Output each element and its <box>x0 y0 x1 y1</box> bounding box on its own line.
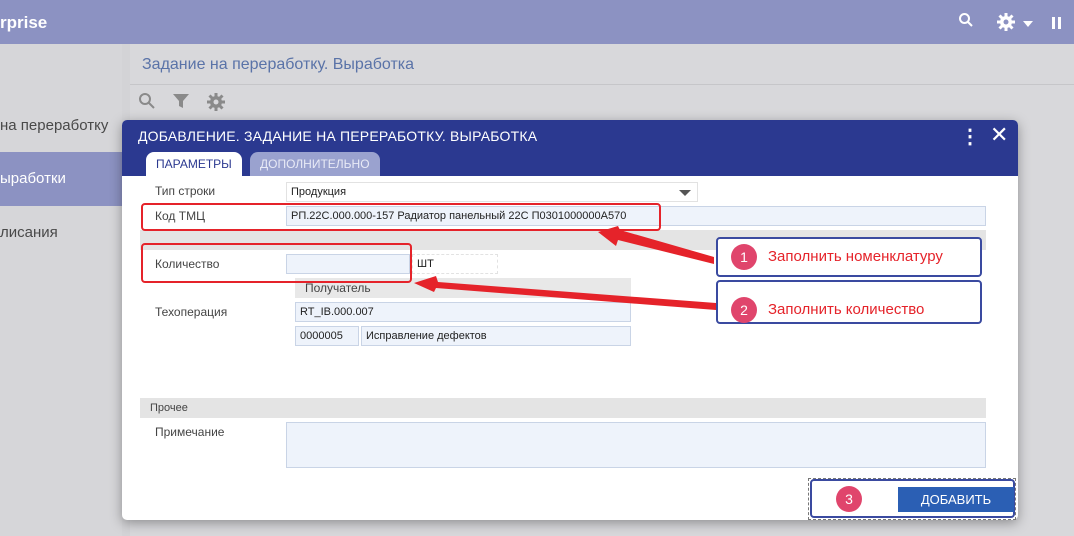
step-badge-1: 1 <box>731 244 757 270</box>
callout-text-1: Заполнить номенклатуру <box>768 248 943 265</box>
add-button[interactable]: ДОБАВИТЬ <box>898 487 1014 512</box>
step-badge-3: 3 <box>836 486 862 512</box>
callout-text-2: Заполнить количество <box>768 301 925 318</box>
step-badge-2: 2 <box>731 297 757 323</box>
